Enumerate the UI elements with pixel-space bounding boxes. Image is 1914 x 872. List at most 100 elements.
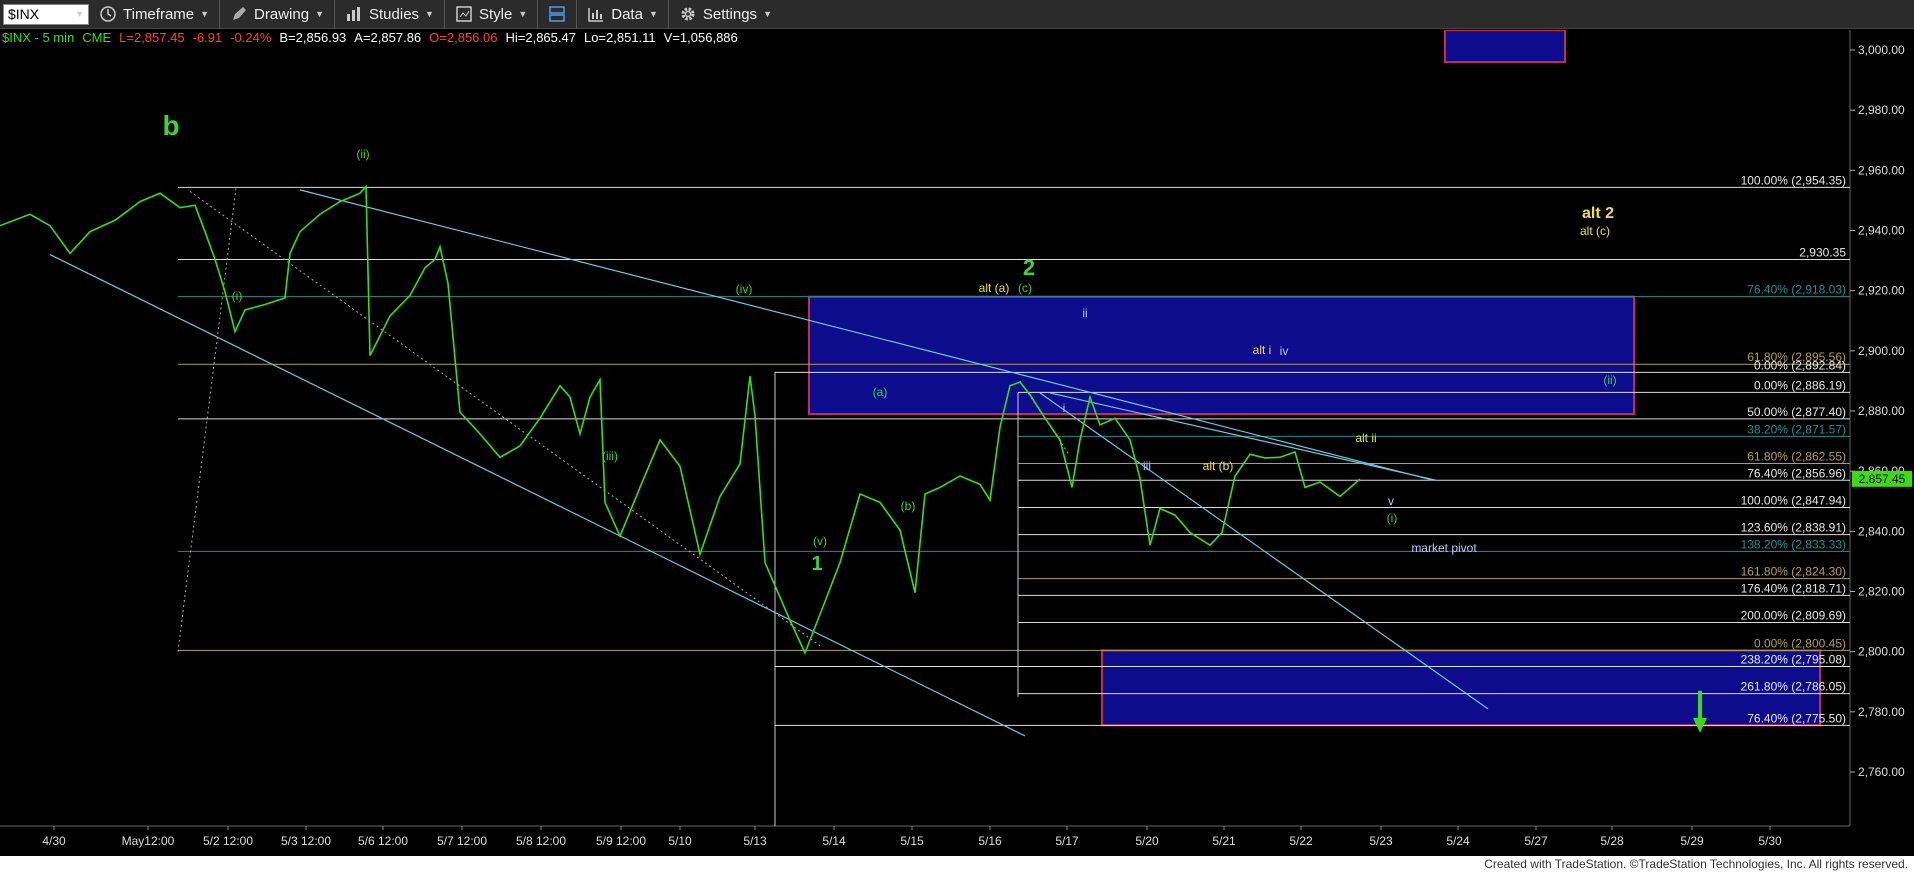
wave-label: (iii) [602, 449, 618, 463]
chevron-down-icon: ▼ [518, 9, 528, 19]
price-tick-label: 2,840.00 [1858, 524, 1905, 538]
time-tick-label: 4/30 [42, 834, 66, 848]
fib-label: 38.20% (2,871.57) [1747, 422, 1846, 436]
time-tick-label: 5/24 [1446, 834, 1470, 848]
wave-label: (i) [1387, 511, 1398, 525]
wave-label: (iv) [736, 282, 753, 296]
time-tick-label: 5/6 12:00 [358, 834, 408, 848]
price-tick-label: 2,920.00 [1858, 284, 1905, 298]
chevron-down-icon: ▼ [315, 9, 324, 19]
symbol-input[interactable]: $INX ▼ [3, 3, 89, 25]
fib-label: 76.40% (2,856.96) [1747, 466, 1846, 480]
price-tick-label: 2,880.00 [1858, 404, 1905, 418]
time-tick-label: 5/20 [1135, 834, 1159, 848]
wave-label: (i) [232, 289, 243, 303]
fib-label: 76.40% (2,775.50) [1747, 711, 1846, 725]
fib-label: 0.00% (2,892.84) [1754, 358, 1846, 372]
wave-label: iv [1280, 344, 1289, 358]
wave-label: v [1388, 494, 1394, 508]
time-tick-label: 5/17 [1055, 834, 1079, 848]
price-series-line [0, 184, 1361, 655]
fib-label: 261.80% (2,786.05) [1741, 680, 1846, 694]
settings-menu[interactable]: Settings ▼ [669, 0, 782, 29]
timeframe-label: Timeframe [123, 5, 195, 23]
style-label: Style [478, 5, 513, 23]
wave-label: (a) [873, 385, 888, 399]
style-menu[interactable]: Style ▼ [445, 0, 539, 29]
chart-toolbar: $INX ▼ Timeframe ▼ Drawing ▼ Studies ▼ S… [0, 0, 1914, 29]
price-tick-label: 2,800.00 [1858, 645, 1905, 659]
time-tick-label: 5/16 [978, 834, 1002, 848]
fib-label: 176.40% (2,818.71) [1741, 581, 1846, 595]
time-tick-label: 5/29 [1680, 834, 1704, 848]
drawing-label: Drawing [254, 5, 310, 23]
settings-label: Settings [702, 5, 758, 23]
time-tick-label: 5/2 12:00 [203, 834, 253, 848]
studies-label: Studies [369, 5, 420, 23]
fib-label: 161.80% (2,824.30) [1741, 565, 1846, 579]
data-icon [588, 8, 604, 22]
wave-label: market pivot [1411, 541, 1477, 555]
wave-label: alt (b) [1203, 459, 1234, 473]
wave-label: 1 [811, 553, 822, 575]
time-tick-label: 5/13 [743, 834, 767, 848]
price-tick-label: 2,980.00 [1858, 103, 1905, 117]
time-tick-label: 5/7 12:00 [437, 834, 487, 848]
fib-label: 100.00% (2,847.94) [1741, 493, 1846, 507]
data-label: Data [611, 5, 643, 23]
time-tick-label: May12:00 [122, 834, 175, 848]
time-tick-label: 5/23 [1369, 834, 1393, 848]
chevron-down-icon[interactable]: ▼ [75, 9, 84, 19]
wave-label: (ii) [1603, 373, 1616, 387]
chevron-down-icon: ▼ [648, 9, 658, 19]
wave-label: (v) [813, 534, 827, 548]
fib-label: 100.00% (2,954.35) [1741, 173, 1846, 187]
layout-button[interactable] [538, 0, 578, 29]
data-menu[interactable]: Data ▼ [577, 0, 669, 29]
chevron-down-icon: ▼ [425, 9, 434, 19]
wave-label: (b) [901, 499, 916, 513]
wave-label: iii [1143, 459, 1151, 473]
time-tick-label: 5/15 [900, 834, 924, 848]
time-tick-label: 5/9 12:00 [596, 834, 646, 848]
symbol-value: $INX [8, 6, 40, 22]
wave-label: ii [1082, 306, 1087, 320]
dotted-guide-line [177, 188, 237, 652]
wave-label: (c) [1018, 281, 1032, 295]
fib-label: 2,930.35 [1799, 246, 1846, 260]
last-price-label: 2,857.45 [1859, 472, 1906, 486]
target-box-lower [1101, 649, 1821, 727]
wave-label: alt i [1253, 343, 1272, 357]
target-box-upper [808, 295, 1635, 416]
fib-label: 238.20% (2,795.08) [1741, 652, 1846, 666]
chevron-down-icon: ▼ [200, 9, 210, 19]
time-tick-label: 5/30 [1758, 834, 1782, 848]
fib-label: 200.00% (2,809.69) [1741, 609, 1846, 623]
fib-label: 138.20% (2,833.33) [1741, 537, 1846, 551]
price-tick-label: 3,000.00 [1858, 43, 1905, 57]
footer-credit: Created with TradeStation. ©TradeStation… [0, 856, 1914, 872]
price-chart[interactable]: 3,000.00 2,980.00 2,960.00 2,940.00 2,920.00… [0, 30, 1914, 856]
timeframe-menu[interactable]: Timeframe ▼ [89, 0, 221, 29]
wave-label: b [162, 110, 179, 141]
time-tick-label: 5/28 [1600, 834, 1624, 848]
time-tick-label: 5/22 [1289, 834, 1313, 848]
fib-label: 123.60% (2,838.91) [1741, 521, 1846, 535]
time-tick-label: 5/8 12:00 [516, 834, 566, 848]
fib-label: 0.00% (2,886.19) [1754, 378, 1846, 392]
price-tick-label: 2,900.00 [1858, 344, 1905, 358]
time-tick-label: 5/14 [822, 834, 846, 848]
time-tick-label: 5/21 [1212, 834, 1236, 848]
studies-menu[interactable]: Studies ▼ [335, 0, 445, 29]
drawing-menu[interactable]: Drawing ▼ [220, 0, 335, 29]
wave-label: alt ii [1355, 431, 1376, 445]
time-tick-label: 5/3 12:00 [281, 834, 331, 848]
wave-label: alt (a) [979, 281, 1010, 295]
price-tick-label: 2,780.00 [1858, 705, 1905, 719]
price-tick-label: 2,760.00 [1858, 765, 1905, 779]
time-tick-label: 5/27 [1524, 834, 1548, 848]
wave-label: alt (c) [1580, 224, 1610, 238]
target-box-top [1444, 30, 1566, 64]
price-tick-label: 2,940.00 [1858, 224, 1905, 238]
fib-label: 50.00% (2,877.40) [1747, 405, 1846, 419]
